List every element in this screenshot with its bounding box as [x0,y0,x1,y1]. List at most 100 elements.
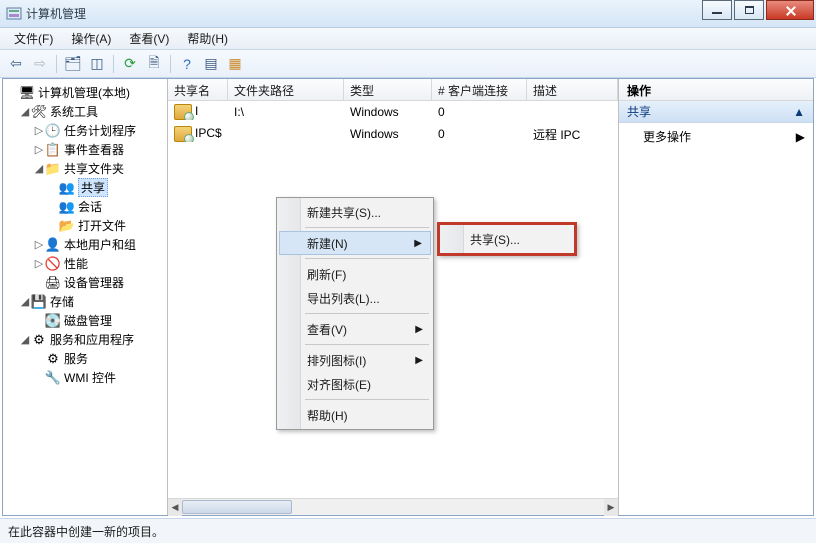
up-button[interactable]: 🗂 [62,53,84,75]
tree-system-tools[interactable]: ◢🛠系统工具 [5,102,165,121]
share-row-icon [174,104,192,120]
back-button[interactable]: ⇦ [5,53,27,75]
window-title: 计算机管理 [26,5,86,22]
ctx-export-list[interactable]: 导出列表(L)... [279,286,431,310]
tool-button-2[interactable]: ▦ [224,53,246,75]
ctx-refresh[interactable]: 刷新(F) [279,262,431,286]
menu-help[interactable]: 帮助(H) [179,28,236,49]
app-icon [6,6,22,22]
ctx-view[interactable]: 查看(V)▶ [279,317,431,341]
folder-shared-icon: 📁 [45,161,61,177]
tree-performance[interactable]: ▷🚫性能 [5,254,165,273]
collapse-arrow-icon: ▲ [793,105,805,119]
tree-open-files[interactable]: 📂打开文件 [5,216,165,235]
cell-name: IPC$ [195,126,222,140]
tree-task-scheduler[interactable]: ▷🕒任务计划程序 [5,121,165,140]
actions-section[interactable]: 共享 ▲ [619,101,813,123]
cell-path: I:\ [228,105,344,119]
menu-view[interactable]: 查看(V) [121,28,177,49]
ctx-new[interactable]: 新建(N)▶ [279,231,431,255]
cell-type: Windows [344,127,432,141]
tree-local-users[interactable]: ▷👤本地用户和组 [5,235,165,254]
actions-section-label: 共享 [627,103,651,120]
show-hide-tree-button[interactable]: ◫ [86,53,108,75]
share-row-icon [174,126,192,142]
submenu-arrow-icon: ▶ [415,355,423,366]
actions-pane: 操作 共享 ▲ 更多操作 ▶ [618,79,813,515]
export-button[interactable]: 🗎 [143,53,165,75]
ctx-align-icons[interactable]: 对齐图标(E) [279,372,431,396]
list-row[interactable]: IPC$ Windows 0 远程 IPC [168,123,618,145]
actions-header: 操作 [619,79,813,101]
tool-button-1[interactable]: ▤ [200,53,222,75]
col-share-name[interactable]: 共享名 [168,79,228,100]
maximize-button[interactable] [734,0,764,20]
computer-icon: 🖥 [19,85,35,101]
col-description[interactable]: 描述 [527,79,618,100]
forward-button[interactable]: ⇨ [29,53,51,75]
minimize-button[interactable] [702,0,732,20]
scroll-right-arrow[interactable]: ▶ [604,499,618,516]
tree-root[interactable]: 🖥计算机管理(本地) [5,83,165,102]
menu-file[interactable]: 文件(F) [6,28,61,49]
context-submenu-new: 共享(S)... [437,222,577,256]
col-clients[interactable]: # 客户端连接 [432,79,527,100]
scroll-thumb[interactable] [182,500,292,514]
horizontal-scrollbar[interactable]: ◀ ▶ [168,498,618,515]
ctx-new-share[interactable]: 新建共享(S)... [279,200,431,224]
cell-clients: 0 [432,127,527,141]
tree-shares[interactable]: 👥共享 [5,178,165,197]
submenu-arrow-icon: ▶ [415,324,423,335]
storage-icon: 💾 [31,294,47,310]
scroll-left-arrow[interactable]: ◀ [168,499,182,516]
tree-event-viewer[interactable]: ▷📋事件查看器 [5,140,165,159]
event-icon: 📋 [45,142,61,158]
column-headers: 共享名 文件夹路径 类型 # 客户端连接 描述 [168,79,618,101]
actions-more-label: 更多操作 [643,128,691,145]
window-buttons [700,0,814,20]
menu-bar: 文件(F) 操作(A) 查看(V) 帮助(H) [0,28,816,50]
openfile-icon: 📂 [59,218,75,234]
tree-shared-folders[interactable]: ◢📁共享文件夹 [5,159,165,178]
ctx-arrange-icons[interactable]: 排列图标(I)▶ [279,348,431,372]
tree-disk-management[interactable]: 💽磁盘管理 [5,311,165,330]
services-icon: ⚙ [31,332,47,348]
list-row[interactable]: I I:\ Windows 0 [168,101,618,123]
gear-icon: ⚙ [45,351,61,367]
navigation-tree: 🖥计算机管理(本地) ◢🛠系统工具 ▷🕒任务计划程序 ▷📋事件查看器 ◢📁共享文… [3,79,168,515]
tree-wmi[interactable]: 🔧WMI 控件 [5,368,165,387]
cell-name: I [195,104,198,118]
perf-icon: 🚫 [45,256,61,272]
toolbar: ⇦ ⇨ 🗂 ◫ ⟳ 🗎 ? ▤ ▦ [0,50,816,78]
tree-device-manager[interactable]: 🖨设备管理器 [5,273,165,292]
tree-storage[interactable]: ◢💾存储 [5,292,165,311]
cell-clients: 0 [432,105,527,119]
title-bar: 计算机管理 [0,0,816,28]
tools-icon: 🛠 [31,104,47,120]
disk-icon: 💽 [45,313,61,329]
tree-services[interactable]: ⚙服务 [5,349,165,368]
session-icon: 👥 [59,199,75,215]
cell-desc: 远程 IPC [527,126,618,143]
cell-type: Windows [344,105,432,119]
context-menu: 新建共享(S)... 新建(N)▶ 刷新(F) 导出列表(L)... 查看(V)… [276,197,434,430]
share-icon: 👥 [59,180,75,196]
col-type[interactable]: 类型 [344,79,432,100]
close-button[interactable] [766,0,814,20]
ctx-help[interactable]: 帮助(H) [279,403,431,427]
status-text: 在此容器中创建一新的项目。 [8,525,164,539]
tree-sessions[interactable]: 👥会话 [5,197,165,216]
col-folder-path[interactable]: 文件夹路径 [228,79,344,100]
status-bar: 在此容器中创建一新的项目。 [0,518,816,543]
tree-services-apps[interactable]: ◢⚙服务和应用程序 [5,330,165,349]
device-icon: 🖨 [45,275,61,291]
users-icon: 👤 [45,237,61,253]
actions-more[interactable]: 更多操作 ▶ [619,123,813,150]
chevron-right-icon: ▶ [796,130,805,144]
ctx-sub-share[interactable]: 共享(S)... [442,227,572,251]
help-button[interactable]: ? [176,53,198,75]
clock-icon: 🕒 [45,123,61,139]
submenu-arrow-icon: ▶ [414,238,422,249]
refresh-button[interactable]: ⟳ [119,53,141,75]
menu-action[interactable]: 操作(A) [63,28,119,49]
